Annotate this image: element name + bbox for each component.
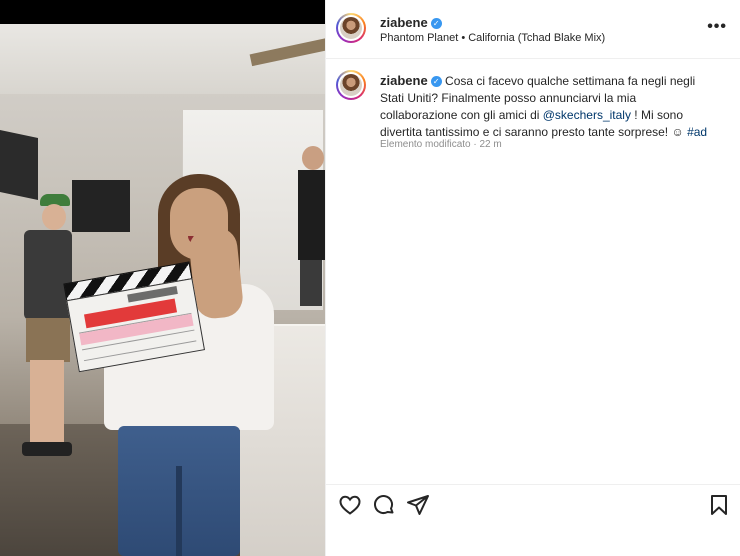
bookmark-icon[interactable]: [707, 493, 731, 517]
film-clapperboard: [63, 261, 206, 373]
more-options-icon[interactable]: •••: [707, 18, 727, 36]
paper-plane-icon[interactable]: [406, 493, 430, 517]
username-text[interactable]: ziabene: [380, 15, 428, 30]
caption-avatar[interactable]: [336, 70, 366, 100]
crew-member-right: [296, 146, 325, 306]
crew-member-left: [22, 194, 72, 464]
avatar[interactable]: [336, 13, 366, 43]
instagram-post-view: ziabene ✓ Phantom Planet • California (Tc…: [0, 0, 740, 556]
verified-badge-icon: ✓: [430, 76, 442, 87]
heart-icon[interactable]: [338, 493, 362, 517]
header-username[interactable]: ziabene ✓: [380, 15, 442, 30]
post-media-video[interactable]: [0, 0, 325, 556]
studio-monitor: [0, 129, 38, 201]
verified-badge-icon: ✓: [430, 18, 442, 29]
post-details-panel: ziabene ✓ Phantom Planet • California (Tc…: [325, 0, 740, 556]
woman-holding-clapper: [96, 174, 276, 556]
caption-username[interactable]: ziabene: [380, 73, 428, 88]
media-top-strip: [0, 0, 325, 24]
action-bar: [326, 484, 740, 525]
video-frame: [0, 24, 325, 556]
post-caption: ziabene ✓ Cosa ci facevo qualche settiman…: [380, 72, 715, 141]
hashtag-link[interactable]: #ad: [687, 125, 707, 139]
post-header: ziabene ✓ Phantom Planet • California (Tc…: [326, 0, 740, 59]
post-meta: Elemento modificato · 22 m: [380, 139, 502, 150]
comment-icon[interactable]: [372, 493, 396, 517]
mention-link[interactable]: @skechers_italy: [543, 108, 631, 122]
audio-track[interactable]: Phantom Planet • California (Tchad Blake…: [380, 32, 605, 44]
